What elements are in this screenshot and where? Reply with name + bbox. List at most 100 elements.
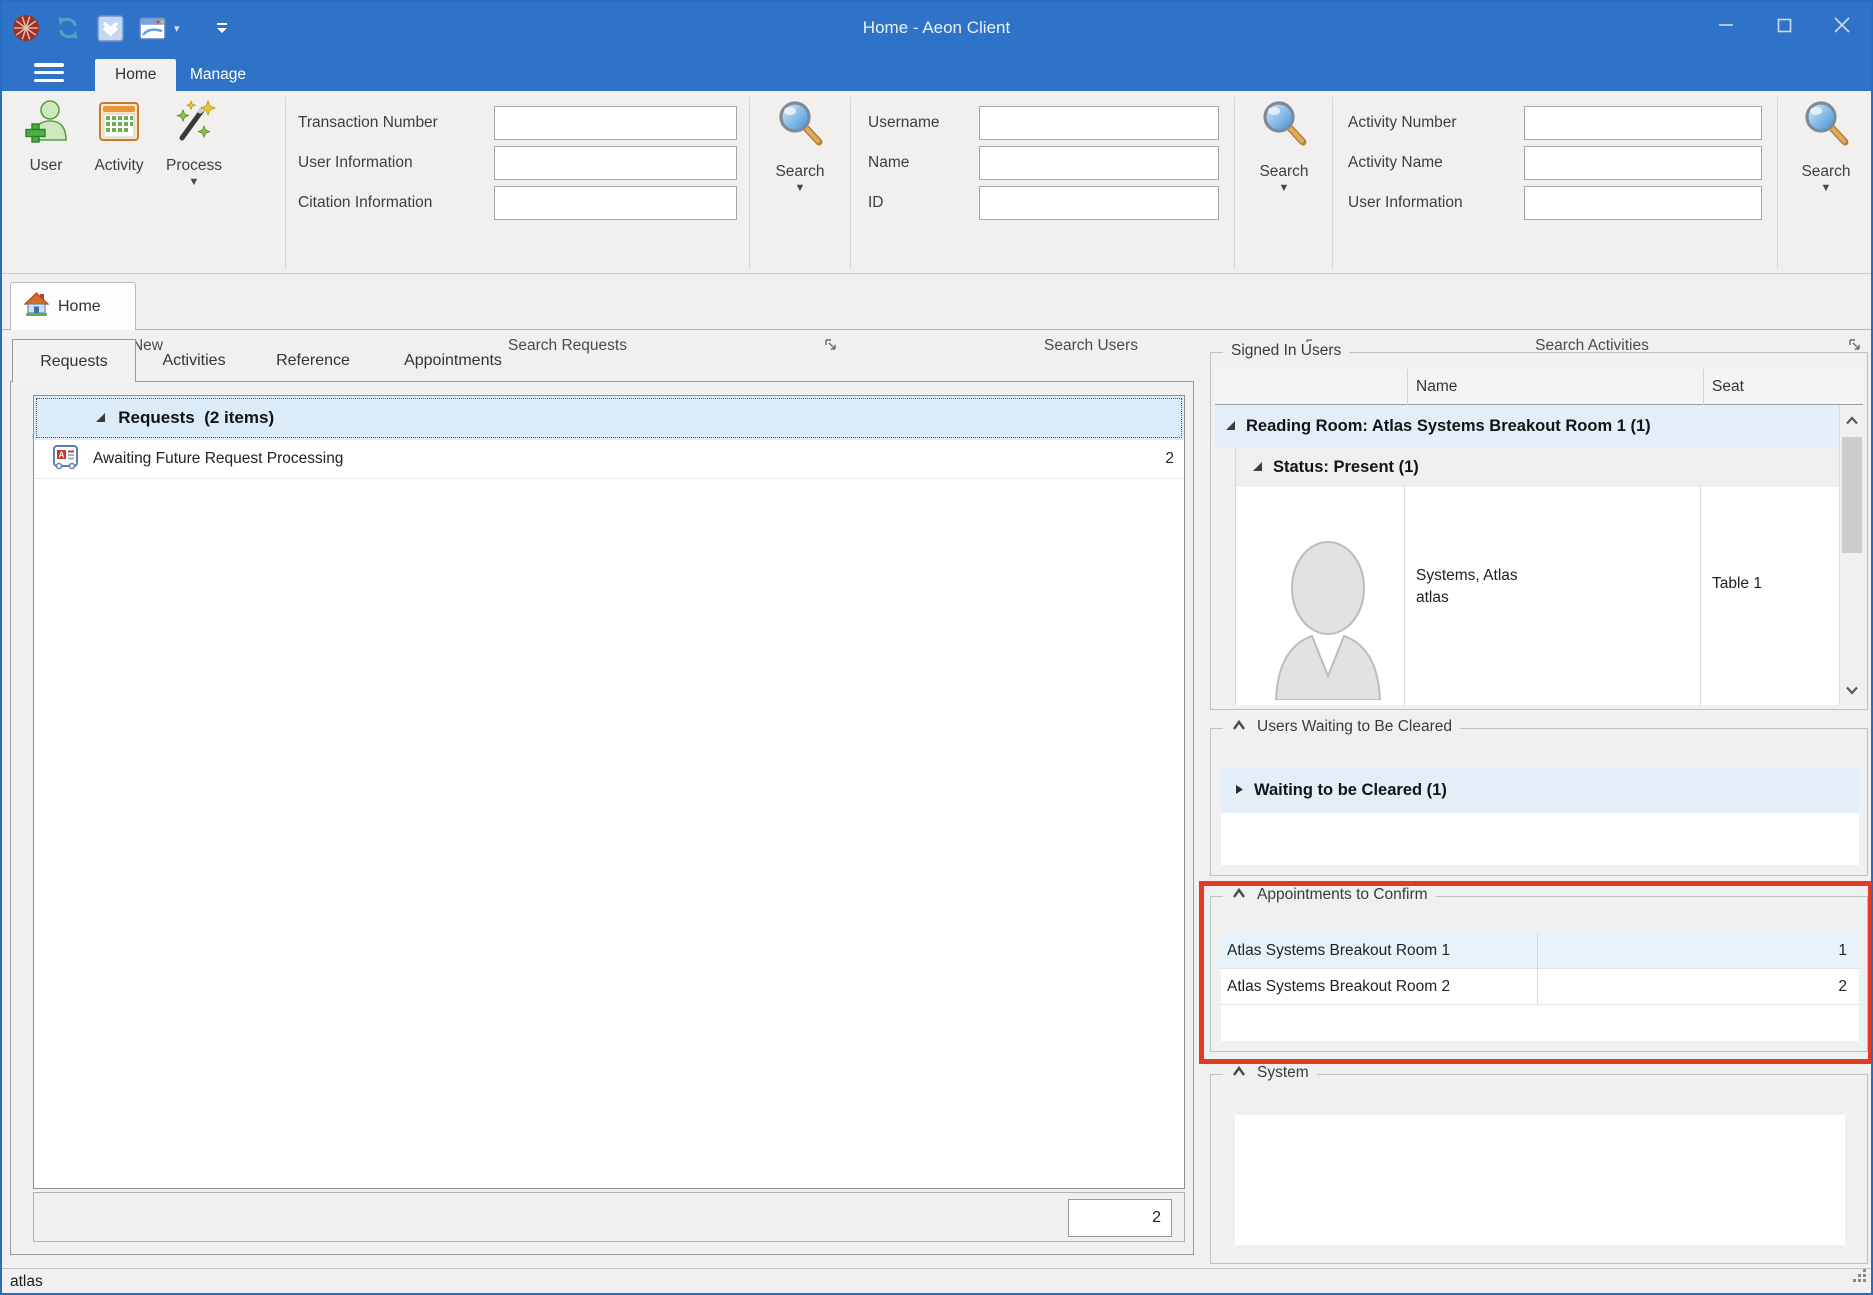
- citation-information-input[interactable]: [494, 186, 737, 220]
- appointments-title: Appointments to Confirm: [1257, 886, 1428, 904]
- collapse-chevron-icon[interactable]: [1231, 718, 1247, 736]
- waiting-to-be-cleared-group-row[interactable]: Waiting to be Cleared (1): [1221, 767, 1859, 813]
- new-user-button[interactable]: User: [14, 98, 78, 175]
- main-menu-button[interactable]: [34, 63, 64, 82]
- home-icon: [23, 291, 50, 323]
- document-tab-strip: Home: [2, 274, 1871, 330]
- signed-in-user-row[interactable]: Systems, Atlas atlas Table 1: [1235, 487, 1841, 705]
- activity-number-label: Activity Number: [1348, 106, 1516, 140]
- request-document-icon: A: [52, 443, 79, 475]
- activity-number-input[interactable]: [1524, 106, 1762, 140]
- user-avatar: [1266, 530, 1390, 705]
- users-waiting-groupbox: Users Waiting to Be Cleared Waiting to b…: [1210, 728, 1868, 876]
- user-name: Systems, Atlas atlas: [1416, 565, 1518, 609]
- status-present-group-row[interactable]: Status: Present (1): [1235, 447, 1841, 487]
- citation-information-label: Citation Information: [298, 186, 488, 220]
- reading-room-group-row[interactable]: Reading Room: Atlas Systems Breakout Roo…: [1215, 405, 1841, 447]
- search-requests-dropdown-icon: ▼: [795, 182, 806, 194]
- search-users-button[interactable]: Search ▼: [1242, 98, 1326, 194]
- new-activity-button[interactable]: Activity: [84, 98, 154, 175]
- username-input[interactable]: [979, 106, 1219, 140]
- tab-manage[interactable]: Manage: [170, 59, 266, 91]
- search-requests-dialog-launcher-icon[interactable]: [824, 338, 840, 354]
- search-icon: [1259, 98, 1309, 155]
- search-activities-button[interactable]: Search ▼: [1786, 98, 1866, 194]
- tab-appointments[interactable]: Appointments: [374, 339, 532, 382]
- tab-requests[interactable]: Requests: [12, 339, 136, 382]
- transaction-number-label: Transaction Number: [298, 106, 488, 140]
- tab-reference[interactable]: Reference: [252, 339, 374, 382]
- request-queue-count: 2: [1165, 450, 1174, 468]
- expanded-triangle-icon: [1225, 417, 1236, 436]
- open-form-dropdown-icon[interactable]: ▾: [174, 22, 180, 35]
- scroll-up-icon[interactable]: [1840, 405, 1864, 435]
- tab-home[interactable]: Home: [95, 59, 176, 91]
- new-process-icon: [171, 98, 217, 149]
- name-label: Name: [868, 146, 968, 180]
- qat-customize-icon[interactable]: [208, 14, 236, 42]
- app-window: Home - Aeon Client: [0, 0, 1873, 1295]
- close-button[interactable]: [1813, 2, 1871, 48]
- collapsed-triangle-icon: [1235, 781, 1244, 800]
- tab-activities[interactable]: Activities: [136, 339, 252, 382]
- request-queue-row[interactable]: A Awaiting Future Request Processing 2: [34, 440, 1184, 479]
- appointments-table: Atlas Systems Breakout Room 1 1 Atlas Sy…: [1221, 933, 1859, 1041]
- ribbon-tab-row: Home Manage ?: [2, 54, 1871, 91]
- id-label: ID: [868, 186, 968, 220]
- column-header-seat[interactable]: Seat: [1703, 369, 1839, 405]
- scroll-down-icon[interactable]: [1840, 675, 1864, 705]
- transaction-number-input[interactable]: [494, 106, 737, 140]
- minimize-button[interactable]: [1697, 2, 1755, 48]
- search-icon: [1801, 98, 1851, 155]
- activity-name-label: Activity Name: [1348, 146, 1516, 180]
- process-dropdown-icon: ▼: [189, 176, 200, 188]
- system-empty-area: [1235, 1115, 1845, 1245]
- title-bar: Home - Aeon Client: [2, 2, 1871, 54]
- activity-name-input[interactable]: [1524, 146, 1762, 180]
- users-waiting-title: Users Waiting to Be Cleared: [1257, 718, 1452, 736]
- maximize-button[interactable]: [1755, 2, 1813, 48]
- user-information-input[interactable]: [494, 146, 737, 180]
- window-controls: [1697, 2, 1871, 48]
- sync-icon[interactable]: [54, 14, 82, 42]
- id-input[interactable]: [979, 186, 1219, 220]
- activities-user-information-input[interactable]: [1524, 186, 1762, 220]
- collapse-chevron-icon[interactable]: [1231, 1064, 1247, 1082]
- resize-grip[interactable]: [1851, 1266, 1867, 1292]
- search-requests-button[interactable]: Search ▼: [758, 98, 842, 194]
- appointment-row[interactable]: Atlas Systems Breakout Room 2 2: [1221, 969, 1859, 1005]
- appointments-to-confirm-groupbox: Appointments to Confirm Atlas Systems Br…: [1210, 896, 1868, 1052]
- system-title: System: [1257, 1064, 1309, 1082]
- search-activities-dropdown-icon: ▼: [1821, 182, 1832, 194]
- app-logo-icon[interactable]: [12, 14, 40, 42]
- new-process-button[interactable]: Process ▼: [158, 98, 230, 188]
- signed-in-users-groupbox: Signed In Users Name Seat Reading Room: …: [1210, 352, 1868, 710]
- system-groupbox: System: [1210, 1074, 1868, 1264]
- document-tab-home[interactable]: Home: [10, 282, 136, 330]
- requests-list: Requests (2 items) A Awaiting Future Req…: [33, 395, 1185, 1189]
- expanded-triangle-icon: [48, 388, 106, 448]
- new-activity-icon: [96, 98, 142, 149]
- expanded-triangle-icon: [1252, 458, 1263, 477]
- requests-tab-page: Requests (2 items) A Awaiting Future Req…: [10, 381, 1194, 1255]
- username-label: Username: [868, 106, 968, 140]
- requests-footer: 2: [33, 1192, 1185, 1242]
- column-header-name[interactable]: Name: [1407, 369, 1703, 405]
- status-username: atlas: [10, 1273, 43, 1290]
- appointment-row[interactable]: Atlas Systems Breakout Room 1 1: [1221, 933, 1859, 969]
- signed-in-users-title: Signed In Users: [1223, 342, 1349, 360]
- search-users-dropdown-icon: ▼: [1279, 182, 1290, 194]
- user-seat: Table 1: [1712, 575, 1762, 593]
- open-form-icon[interactable]: [138, 14, 166, 42]
- new-user-icon: [23, 98, 69, 149]
- quick-access-toolbar: ▾: [12, 12, 236, 44]
- signed-in-users-scrollbar[interactable]: [1839, 405, 1863, 705]
- user-information-label: User Information: [298, 146, 488, 180]
- checkin-icon[interactable]: [96, 14, 124, 42]
- collapse-chevron-icon[interactable]: [1231, 886, 1247, 904]
- name-input[interactable]: [979, 146, 1219, 180]
- status-bar: atlas: [2, 1268, 1871, 1295]
- search-icon: [775, 98, 825, 155]
- scrollbar-thumb[interactable]: [1842, 437, 1862, 553]
- requests-group-header[interactable]: Requests (2 items): [34, 396, 1184, 440]
